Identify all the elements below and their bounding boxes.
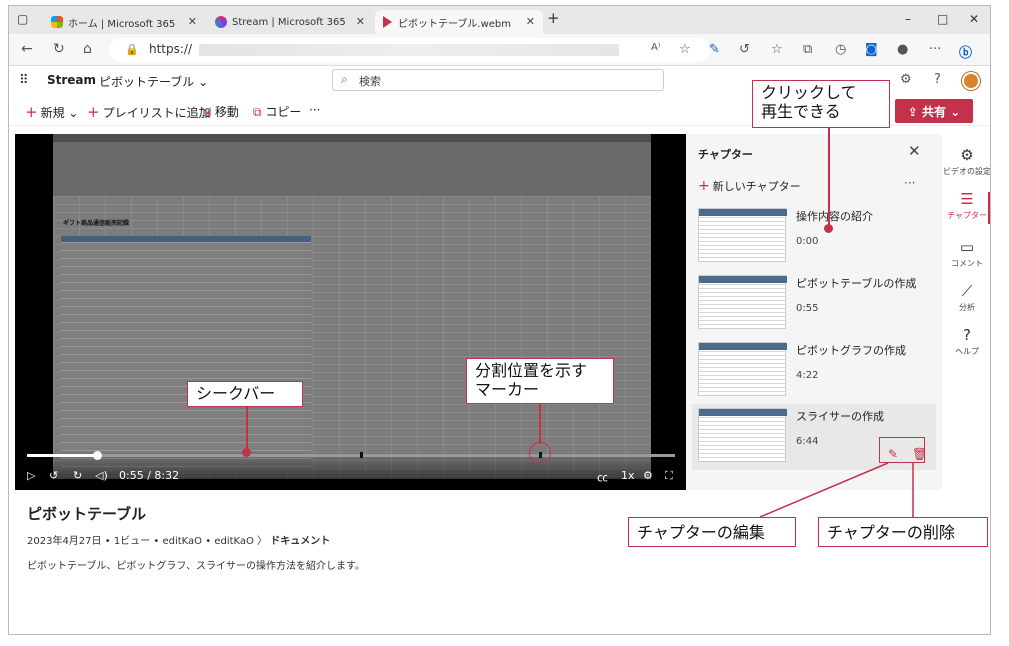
callout-edit-chapter: チャプターの編集	[628, 517, 796, 547]
callout-leaders	[759, 462, 914, 518]
callout-delete-chapter: チャプターの削除	[818, 517, 988, 547]
